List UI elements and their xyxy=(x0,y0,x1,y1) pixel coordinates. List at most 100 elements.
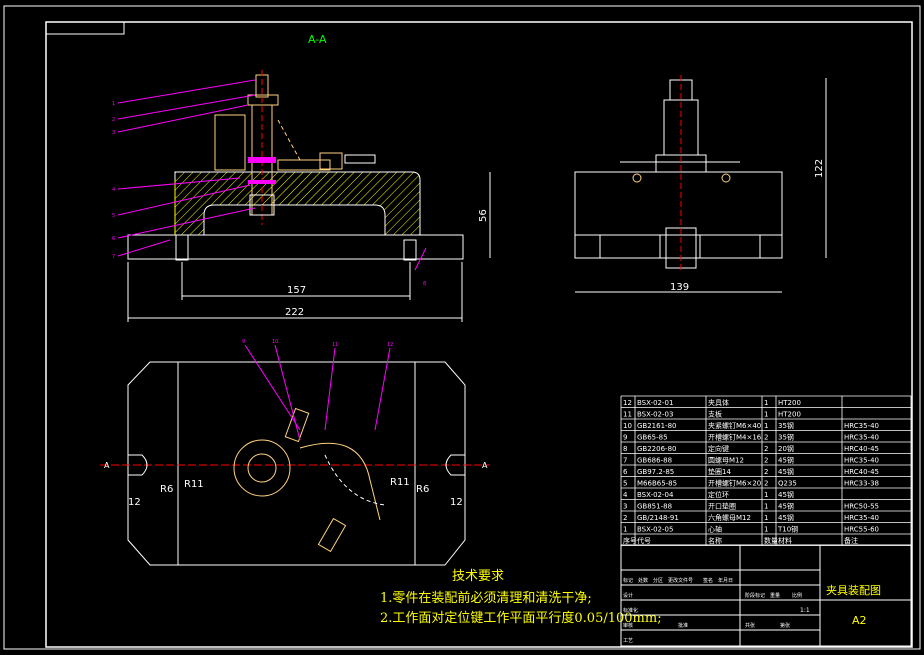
bom-cell-no: 8 xyxy=(623,445,627,453)
bom-cell-name: 夹具体 xyxy=(708,398,729,407)
leader-12 xyxy=(374,347,391,431)
leader-label-3: 3 xyxy=(112,130,115,136)
leader-label-12: 12 xyxy=(387,342,393,348)
bom-cell-qty: 1 xyxy=(764,411,768,419)
bom-cell-no: 3 xyxy=(623,503,627,511)
bom-cell-note: HRC35-40 xyxy=(844,434,879,442)
dim-r6-right: R6 xyxy=(416,484,429,495)
section-label: A-A xyxy=(308,33,327,46)
bom-cell-no: 12 xyxy=(623,399,632,407)
bom-cell-name: 夹紧螺钉M6×40 xyxy=(708,421,761,430)
washer xyxy=(248,157,276,163)
bom-cell-material: T10钢 xyxy=(777,525,798,534)
bom-cell-qty: 2 xyxy=(764,445,768,453)
title-block-label: 阶段标记 xyxy=(745,592,765,599)
bom-cell-no: 6 xyxy=(623,468,628,476)
bom-cell-qty: 1 xyxy=(764,526,768,534)
bom-cell-name: 定向键 xyxy=(708,444,729,453)
bom-cell-qty: 2 xyxy=(764,480,768,488)
arm-dash xyxy=(277,119,301,161)
bom-cell-code: GB/2148-91 xyxy=(637,514,679,522)
leader-label-4: 4 xyxy=(112,187,115,193)
title-block-label: 工艺 xyxy=(623,638,633,644)
bom-cell-name: 心轴 xyxy=(708,525,722,534)
side-block xyxy=(214,114,246,171)
leader-label-11: 11 xyxy=(332,342,338,348)
bom-cell-code: GB2206-80 xyxy=(637,445,676,453)
front-view xyxy=(127,70,464,271)
bom-cell-name: 开槽螺钉M4×16 xyxy=(708,433,762,442)
base-plate xyxy=(127,234,464,260)
title-block-label: 处数 xyxy=(638,577,648,584)
bom-cell-name: 开口垫圈 xyxy=(708,502,736,511)
locating-ring xyxy=(233,439,291,497)
dim-r11-right: R11 xyxy=(390,477,410,488)
side-slot-left xyxy=(599,234,661,259)
side-dimensions xyxy=(575,78,827,293)
leader-label-7: 7 xyxy=(112,254,115,260)
title-block-label: 审核 xyxy=(623,622,633,629)
title-block-label: 签名 xyxy=(703,577,713,584)
bom-cell-code: BSX-02-05 xyxy=(637,526,673,534)
leader-label-9: 9 xyxy=(242,339,245,345)
bom-cell-name: 圆螺母M12 xyxy=(708,456,744,465)
leader-label-8: 8 xyxy=(423,281,426,287)
bom-cell-code: M66B65-85 xyxy=(637,480,677,488)
title-block-label: 分区 xyxy=(653,577,663,584)
bom-cell-note: HRC55-60 xyxy=(844,526,879,534)
bom-cell-no: 1 xyxy=(623,526,627,534)
bom-cell-qty: 1 xyxy=(764,491,768,499)
dim-139: 139 xyxy=(670,282,689,293)
bom-cell-qty: 2 xyxy=(764,434,768,442)
bom-cell-name: 定位环 xyxy=(708,490,729,499)
bom-cell-no: 10 xyxy=(623,422,632,430)
bom-cell-material: HT200 xyxy=(778,411,801,419)
leader-1 xyxy=(117,79,256,104)
leader-label-5: 5 xyxy=(112,213,115,219)
side-body xyxy=(574,171,783,259)
leader-label-6: 6 xyxy=(112,236,115,242)
title-block: 夹具装配图 A2 1:1 xyxy=(620,544,912,647)
dim-12-left: 12 xyxy=(128,497,141,508)
bom-header-name: 名称 xyxy=(708,536,722,545)
top-view xyxy=(100,344,490,566)
bom-cell-note: HRC33-38 xyxy=(844,480,879,488)
bom-cell-material: 20钢 xyxy=(778,444,794,453)
clamp-block xyxy=(319,152,343,170)
leader-9 xyxy=(244,344,301,431)
bom-cell-material: 45钢 xyxy=(778,502,794,511)
bom-cell-qty: 2 xyxy=(764,468,768,476)
fixture-body-section xyxy=(174,171,421,236)
bom-cell-no: 4 xyxy=(623,491,628,499)
dim-222: 222 xyxy=(285,307,304,318)
bom-table: 12 BSX-02-01 夹具体 1 HT20011 BSX-02-03 支板 1 HT2001… xyxy=(620,395,912,546)
dim-12-right: 12 xyxy=(450,497,463,508)
title-block-label: 年月日 xyxy=(718,577,733,584)
leader-label-10: 10 xyxy=(272,339,278,345)
corner-code-box xyxy=(45,21,125,35)
bom-header-qty: 数量 xyxy=(764,536,778,545)
bom-cell-code: GB2161-80 xyxy=(637,422,676,430)
bom-cell-material: 35钢 xyxy=(778,421,794,430)
dim-56: 56 xyxy=(478,209,489,222)
title-block-label: 设计 xyxy=(623,592,633,599)
title-block-label: 标记 xyxy=(623,577,633,584)
bom-cell-note: HRC35-40 xyxy=(844,422,879,430)
bom-header-no: 序号 xyxy=(623,536,637,545)
title-block-label: 共张 xyxy=(745,622,755,629)
leader-7 xyxy=(117,239,171,257)
drawing-canvas: A-A 1 2 3 4 5 6 7 8 157 222 56 139 122 9… xyxy=(3,5,921,650)
bom-cell-note: HRC40-45 xyxy=(844,468,879,476)
side-view xyxy=(574,75,783,270)
bom-cell-material: 45钢 xyxy=(778,513,794,522)
bom-header-material: 材料 xyxy=(778,536,792,545)
bom-cell-qty: 1 xyxy=(764,503,768,511)
scale: 1:1 xyxy=(800,607,810,614)
bom-cell-material: HT200 xyxy=(778,399,801,407)
bom-cell-no: 2 xyxy=(623,514,627,522)
bom-cell-material: Q235 xyxy=(778,480,797,488)
leader-label-1: 1 xyxy=(112,101,115,107)
dim-r6-left: R6 xyxy=(160,484,173,495)
bom-cell-code: GB851-88 xyxy=(637,503,672,511)
bom-cell-qty: 1 xyxy=(764,514,768,522)
